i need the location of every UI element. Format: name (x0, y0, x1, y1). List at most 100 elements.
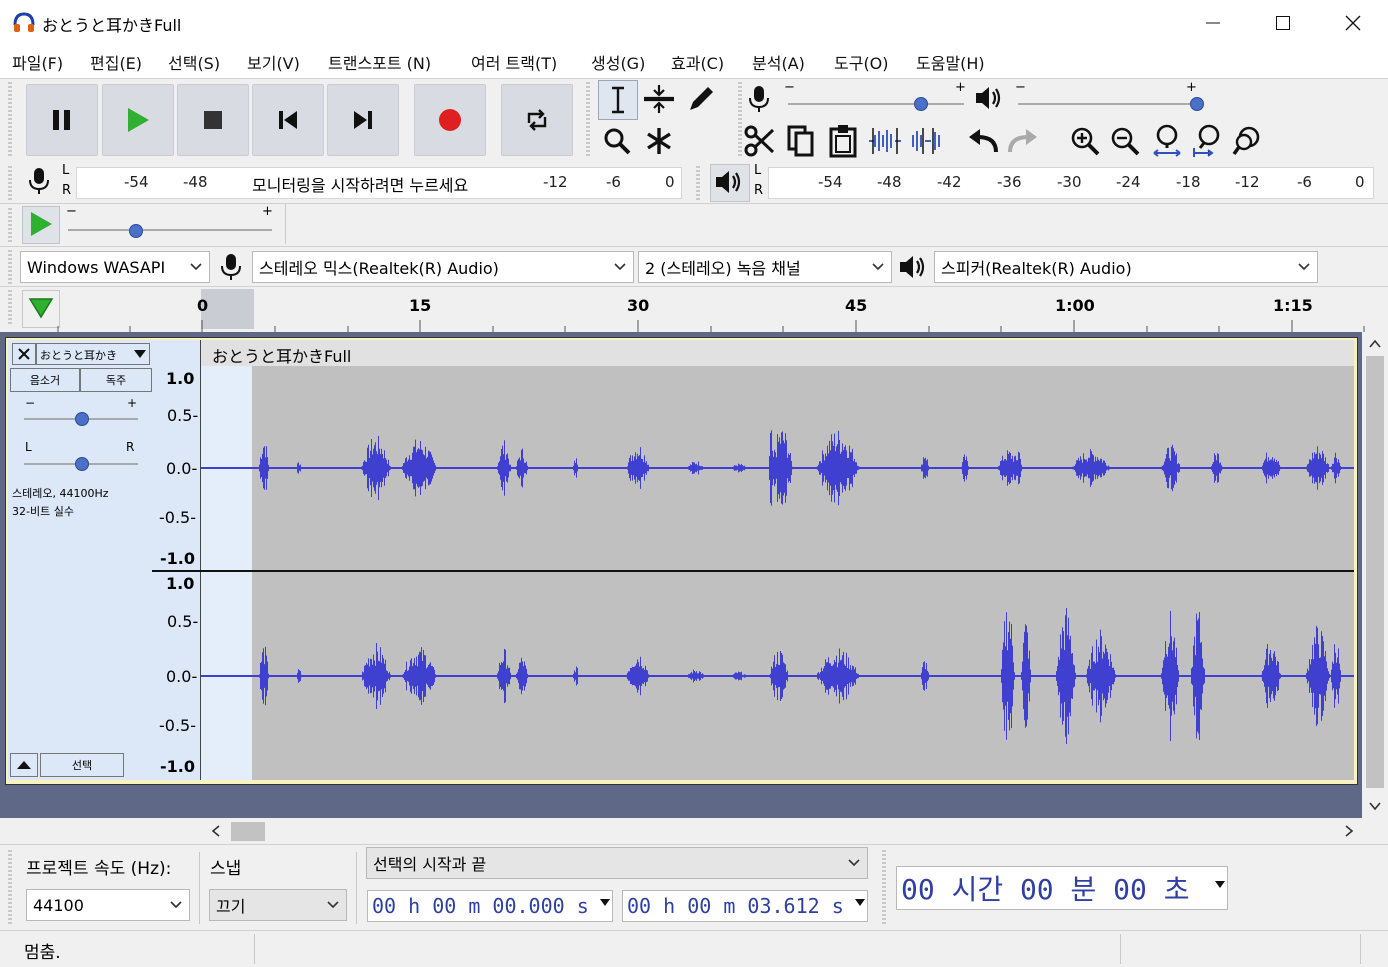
loop-button[interactable] (501, 84, 573, 156)
chevron-up-icon[interactable] (1368, 338, 1382, 350)
chevron-left-icon[interactable] (210, 824, 222, 838)
pause-button[interactable] (26, 84, 98, 156)
selection-start-time[interactable]: 00 h 00 m 00.000 s (367, 890, 613, 922)
track-close-button[interactable] (12, 343, 36, 365)
zoom-toggle-button[interactable] (1228, 122, 1266, 160)
device-grip[interactable] (8, 250, 12, 284)
recording-channels-select[interactable]: 2 (스테레오) 녹음 채널 (638, 251, 892, 283)
paste-button[interactable] (824, 122, 862, 160)
selection-mode-select[interactable]: 선택의 시작과 끝 (366, 847, 868, 879)
audio-position-time[interactable]: 00 시간 00 분 00 초 (896, 866, 1228, 910)
draw-tool[interactable] (682, 80, 720, 118)
tools-grip[interactable] (586, 82, 590, 158)
pan-slider-thumb[interactable] (75, 457, 89, 471)
selection-end-time[interactable]: 00 h 00 m 03.612 s (622, 890, 868, 922)
redo-button[interactable] (1004, 122, 1042, 160)
scale-label: -0.5- (159, 716, 196, 735)
zoom-tool[interactable] (598, 122, 636, 160)
track-name-menu[interactable]: おとうと耳かき (36, 343, 150, 365)
mute-button[interactable]: 음소거 (10, 368, 80, 392)
multi-tool[interactable] (640, 122, 678, 160)
selection-grip[interactable] (8, 850, 12, 926)
envelope-tool[interactable] (640, 80, 678, 118)
menu-file[interactable]: 파일(F) (12, 50, 63, 74)
menu-tracks[interactable]: 여러 트랙(T) (471, 50, 557, 74)
chevron-right-icon[interactable] (1343, 824, 1355, 838)
menu-analyze[interactable]: 분석(A) (752, 50, 805, 74)
minimize-button[interactable] (1178, 0, 1248, 46)
scale-label: 0.5- (167, 612, 199, 631)
speed-grip[interactable] (8, 208, 12, 242)
mic-volume-track[interactable] (788, 103, 964, 105)
copy-button[interactable] (782, 122, 820, 160)
zoom-out-button[interactable] (1106, 122, 1144, 160)
horizontal-scroll-thumb[interactable] (231, 822, 265, 841)
collapse-track-button[interactable] (10, 753, 38, 777)
snap-select[interactable]: 끄기 (209, 889, 347, 921)
zoom-in-icon (1071, 127, 1100, 156)
gain-plus: + (127, 396, 138, 410)
asterisk-icon (647, 128, 671, 154)
audio-host-select[interactable]: Windows WASAPI (20, 251, 210, 283)
select-track-button[interactable]: 선택 (40, 753, 124, 777)
menu-generate[interactable]: 생성(G) (591, 50, 645, 74)
fit-selection-button[interactable] (1148, 122, 1186, 160)
solo-button[interactable]: 독주 (80, 368, 152, 392)
record-meter-mic-icon[interactable] (28, 167, 50, 195)
clip-title[interactable]: おとうと耳かきFull (212, 343, 351, 367)
play-meter-grip[interactable] (696, 166, 700, 200)
speed-slider-track[interactable] (68, 229, 272, 231)
menu-select[interactable]: 선택(S) (168, 50, 220, 74)
menu-effect[interactable]: 효과(C) (671, 50, 724, 74)
speed-slider-thumb[interactable] (129, 224, 144, 238)
rec-tick: -48 (183, 173, 208, 191)
rec-tick: -6 (606, 173, 621, 191)
play-button[interactable] (102, 84, 174, 156)
trim-button[interactable] (866, 122, 904, 160)
speaker-icon (976, 87, 1001, 109)
scale-label: -1.0 (160, 757, 195, 776)
menu-view[interactable]: 보기(V) (247, 50, 300, 74)
zoom-fit-icon (1193, 124, 1220, 157)
undo-button[interactable] (964, 122, 1002, 160)
menu-help[interactable]: 도움말(H) (916, 50, 985, 74)
stop-button[interactable] (177, 84, 249, 156)
cut-button[interactable] (740, 122, 778, 160)
triangle-down-icon[interactable] (600, 897, 610, 907)
time-grip[interactable] (882, 850, 886, 926)
vertical-scroll-thumb[interactable] (1366, 356, 1384, 788)
silence-button[interactable] (908, 122, 946, 160)
zoom-in-button[interactable] (1066, 122, 1104, 160)
speaker-volume-track[interactable] (1018, 103, 1196, 105)
timeline-ticks (57, 320, 1365, 332)
triangle-down-icon[interactable] (855, 897, 865, 907)
toolbar-grip[interactable] (8, 82, 12, 158)
triangle-up-icon (17, 761, 31, 769)
playback-device-select[interactable]: 스피커(Realtek(R) Audio) (934, 251, 1318, 283)
skip-end-button[interactable] (327, 84, 399, 156)
menu-edit[interactable]: 편집(E) (90, 50, 142, 74)
menu-tools[interactable]: 도구(O) (834, 50, 889, 74)
fit-project-button[interactable] (1188, 122, 1226, 160)
record-meter-grip[interactable] (8, 166, 12, 200)
chevron-down-icon[interactable] (1368, 800, 1382, 812)
mic-volume-thumb[interactable] (914, 97, 928, 111)
empty-track-space[interactable] (0, 787, 1362, 818)
horizontal-scrollbar[interactable] (0, 818, 1388, 844)
skip-start-button[interactable] (252, 84, 324, 156)
triangle-down-icon[interactable] (1215, 879, 1225, 889)
project-rate-select[interactable]: 44100 (26, 889, 190, 921)
speaker-volume-thumb[interactable] (1190, 97, 1204, 111)
title-bar: おとうと耳かきFull (0, 0, 1388, 47)
maximize-button[interactable] (1248, 0, 1318, 46)
selection-tool[interactable] (598, 80, 638, 120)
gain-slider-thumb[interactable] (75, 412, 89, 426)
monitor-prompt[interactable]: 모니터링을 시작하려면 누르세요 (252, 172, 469, 196)
clip-header[interactable] (201, 340, 1354, 366)
waveform[interactable] (201, 366, 1354, 780)
recording-device-select[interactable]: 스테레오 믹스(Realtek(R) Audio) (252, 251, 634, 283)
close-button[interactable] (1318, 0, 1388, 46)
scale-label: 1.0 (166, 574, 195, 593)
menu-transport[interactable]: 트랜스포트 (N) (328, 50, 431, 74)
record-button[interactable] (414, 84, 486, 156)
